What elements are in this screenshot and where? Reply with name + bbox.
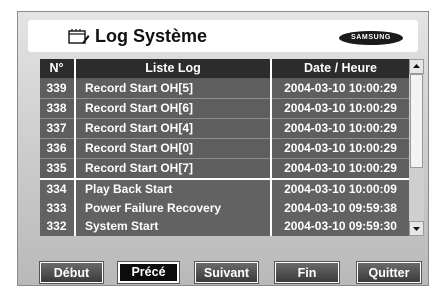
scroll-down-arrow[interactable]	[409, 221, 424, 236]
row-date: 2004-03-10 10:00:29	[284, 81, 397, 95]
debut-button[interactable]: Début	[39, 261, 104, 284]
table-row[interactable]: 334 Play Back Start 2004-03-10 10:00:09	[40, 180, 409, 199]
row-log-entry: System Start	[85, 219, 159, 233]
suivant-button[interactable]: Suivant	[194, 261, 259, 284]
scroll-thumb[interactable]	[410, 74, 423, 168]
row-date: 2004-03-10 10:00:29	[284, 141, 397, 155]
table-row[interactable]: 332 System Start 2004-03-10 09:59:30	[40, 217, 409, 236]
row-number: 335	[46, 161, 67, 175]
row-number: 333	[46, 201, 67, 215]
caret-up-icon	[413, 64, 420, 68]
row-divider	[40, 138, 409, 139]
table-scrollbar[interactable]	[409, 59, 424, 236]
table-header-row: N° Liste Log Date / Heure	[40, 59, 409, 78]
log-notebook-icon	[68, 29, 90, 44]
row-number: 338	[46, 101, 67, 115]
table-row[interactable]: 338 Record Start OH[6] 2004-03-10 10:00:…	[40, 99, 409, 118]
scroll-up-arrow[interactable]	[409, 59, 424, 74]
row-date: 2004-03-10 09:59:30	[284, 219, 397, 233]
table-row[interactable]: 336 Record Start OH[0] 2004-03-10 10:00:…	[40, 139, 409, 158]
row-date: 2004-03-10 10:00:09	[284, 182, 397, 196]
column-divider	[74, 59, 76, 236]
row-divider	[40, 158, 409, 159]
column-header-date: Date / Heure	[304, 61, 377, 75]
column-header-number: N°	[49, 61, 64, 75]
column-divider	[270, 59, 272, 236]
table-row[interactable]: 339 Record Start OH[5] 2004-03-10 10:00:…	[40, 79, 409, 98]
row-log-entry: Record Start OH[5]	[85, 81, 194, 95]
window-title: Log Système	[95, 26, 208, 46]
quitter-button[interactable]: Quitter	[356, 261, 422, 284]
table-row[interactable]: 333 Power Failure Recovery 2004-03-10 09…	[40, 199, 409, 218]
brand-logo: SAMSUNG	[339, 31, 403, 45]
table-row[interactable]: 335 Record Start OH[7] 2004-03-10 10:00:…	[40, 159, 409, 178]
row-log-entry: Record Start OH[4]	[85, 121, 194, 135]
selection-divider	[40, 178, 409, 180]
row-log-entry: Power Failure Recovery	[85, 201, 222, 215]
row-number: 339	[46, 81, 67, 95]
log-table: N° Liste Log Date / Heure 339 Record Sta…	[40, 59, 424, 236]
row-number: 337	[46, 121, 67, 135]
row-date: 2004-03-10 10:00:29	[284, 161, 397, 175]
row-date: 2004-03-10 10:00:29	[284, 121, 397, 135]
row-divider	[40, 118, 409, 119]
row-number: 332	[46, 219, 67, 233]
row-log-entry: Record Start OH[0]	[85, 141, 194, 155]
prece-button[interactable]: Précé	[117, 261, 180, 284]
column-header-log: Liste Log	[145, 61, 201, 75]
row-log-entry: Record Start OH[6]	[85, 101, 194, 115]
row-number: 336	[46, 141, 67, 155]
fin-button[interactable]: Fin	[274, 261, 340, 284]
row-log-entry: Record Start OH[7]	[85, 161, 194, 175]
row-date: 2004-03-10 10:00:29	[284, 101, 397, 115]
row-log-entry: Play Back Start	[85, 182, 173, 196]
table-row[interactable]: 337 Record Start OH[4] 2004-03-10 10:00:…	[40, 119, 409, 138]
row-date: 2004-03-10 09:59:38	[284, 201, 397, 215]
row-divider	[40, 98, 409, 99]
caret-down-icon	[413, 227, 420, 231]
row-number: 334	[46, 182, 67, 196]
